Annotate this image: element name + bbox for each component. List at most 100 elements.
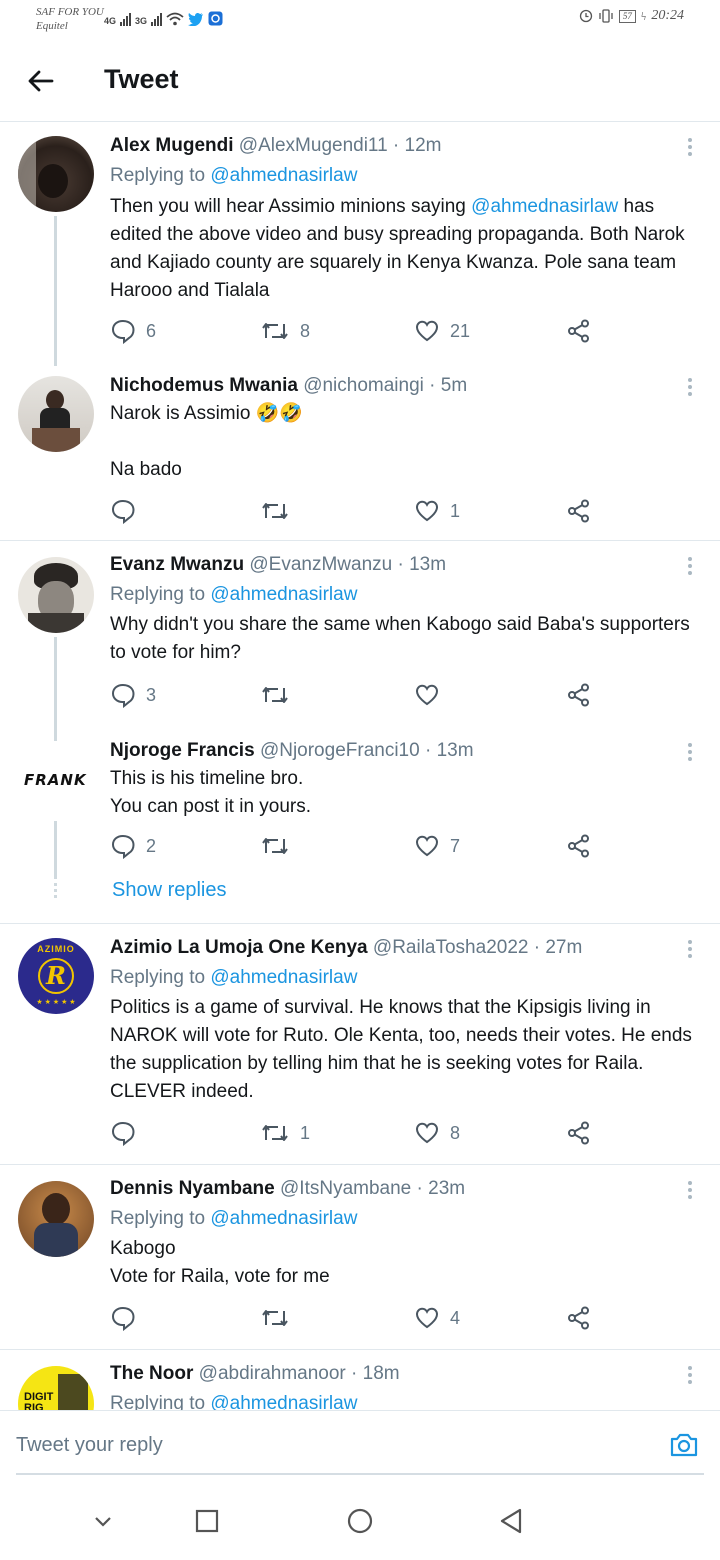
thread-line bbox=[54, 821, 57, 879]
more-button[interactable] bbox=[682, 938, 698, 962]
tweet-header: Njoroge Francis @NjorogeFranci10 · 13m bbox=[110, 739, 474, 763]
display-name[interactable]: Dennis Nyambane bbox=[110, 1178, 275, 1199]
battery-icon: 57 bbox=[618, 9, 636, 23]
camera-button[interactable] bbox=[668, 1429, 700, 1461]
camera-icon bbox=[670, 1433, 698, 1457]
more-button[interactable] bbox=[682, 555, 698, 579]
nav-home-button[interactable] bbox=[345, 1506, 375, 1536]
back-button[interactable] bbox=[24, 64, 58, 98]
like-button[interactable] bbox=[414, 680, 450, 710]
display-name[interactable]: Nichodemus Mwania bbox=[110, 375, 298, 396]
like-icon bbox=[415, 500, 439, 522]
clock: 20:24 bbox=[651, 8, 684, 23]
retweet-button[interactable] bbox=[260, 831, 300, 861]
mention-link[interactable]: @ahmednasirlaw bbox=[210, 584, 357, 605]
display-name[interactable]: Alex Mugendi bbox=[110, 135, 234, 156]
reply-button[interactable]: 6 bbox=[110, 316, 156, 346]
reply-button[interactable]: 2 bbox=[110, 831, 156, 861]
tweet-header: Nichodemus Mwania @nichomaingi · 5m bbox=[110, 374, 467, 398]
like-button[interactable]: 8 bbox=[414, 1118, 460, 1148]
mention-link[interactable]: @ahmednasirlaw bbox=[210, 1393, 357, 1410]
system-nav-bar bbox=[0, 1480, 720, 1560]
nav-home-icon bbox=[347, 1508, 373, 1534]
retweet-button[interactable]: 1 bbox=[260, 1118, 310, 1148]
like-button[interactable]: 21 bbox=[414, 316, 470, 346]
reply-icon bbox=[111, 834, 135, 859]
reply-underline bbox=[16, 1473, 704, 1475]
like-icon bbox=[415, 1122, 439, 1144]
nav-back-button[interactable] bbox=[496, 1506, 526, 1536]
nav-back-icon bbox=[500, 1508, 522, 1534]
replying-to: Replying to @ahmednasirlaw bbox=[110, 165, 358, 186]
nav-recents-icon bbox=[195, 1509, 219, 1533]
more-button[interactable] bbox=[682, 1179, 698, 1203]
retweet-icon bbox=[262, 1125, 288, 1141]
retweet-button[interactable]: 8 bbox=[260, 316, 310, 346]
avatar[interactable] bbox=[18, 1181, 94, 1257]
retweet-button[interactable] bbox=[260, 1303, 300, 1333]
mention-link[interactable]: @ahmednasirlaw bbox=[210, 1208, 357, 1229]
status-right: 57 ϟ 20:24 bbox=[579, 8, 684, 24]
share-button[interactable] bbox=[566, 1303, 592, 1333]
reply-button[interactable] bbox=[110, 1118, 146, 1148]
tweet-text: Politics is a game of survival. He knows… bbox=[110, 997, 692, 1102]
show-replies-link[interactable]: Show replies bbox=[112, 879, 227, 902]
tweet-item[interactable]: DIGIT RIG The Noor @abdirahmanoor · 18m … bbox=[0, 1350, 720, 1410]
avatar[interactable] bbox=[18, 557, 94, 633]
tweet-item[interactable]: FRANK Njoroge Francis @NjorogeFranci10 ·… bbox=[0, 727, 720, 923]
thread-line bbox=[54, 216, 57, 366]
nav-down-button[interactable] bbox=[88, 1506, 118, 1536]
reply-button[interactable]: 3 bbox=[110, 680, 156, 710]
reply-icon bbox=[111, 499, 135, 524]
like-icon bbox=[415, 1307, 439, 1329]
retweet-button[interactable] bbox=[260, 496, 300, 526]
tweet-text: Then you will hear Assimio minions sayin… bbox=[110, 196, 685, 301]
replying-to: Replying to @ahmednasirlaw bbox=[110, 1392, 357, 1410]
reply-button[interactable] bbox=[110, 1303, 146, 1333]
share-button[interactable] bbox=[566, 831, 592, 861]
mention-link[interactable]: @ahmednasirlaw bbox=[210, 165, 357, 186]
more-button[interactable] bbox=[682, 741, 698, 765]
share-button[interactable] bbox=[566, 1118, 592, 1148]
more-button[interactable] bbox=[682, 136, 698, 160]
avatar[interactable] bbox=[18, 136, 94, 212]
avatar[interactable]: FRANK bbox=[18, 741, 94, 821]
like-icon bbox=[415, 684, 439, 706]
more-icon bbox=[688, 743, 692, 747]
tweet-header: Alex Mugendi @AlexMugendi11 · 12m bbox=[110, 134, 442, 158]
display-name[interactable]: The Noor bbox=[110, 1363, 193, 1384]
tweet-header: Dennis Nyambane @ItsNyambane · 23m bbox=[110, 1177, 465, 1201]
avatar[interactable]: AZIMIO R ★ ★ ★ ★ ★ bbox=[18, 938, 94, 1014]
like-button[interactable]: 4 bbox=[414, 1303, 460, 1333]
display-name[interactable]: Njoroge Francis bbox=[110, 740, 255, 761]
display-name[interactable]: Evanz Mwanzu bbox=[110, 554, 244, 575]
share-button[interactable] bbox=[566, 496, 592, 526]
avatar[interactable] bbox=[18, 376, 94, 452]
vibrate-icon bbox=[599, 9, 613, 23]
tweet-item[interactable]: AZIMIO R ★ ★ ★ ★ ★ Azimio La Umoja One K… bbox=[0, 924, 720, 1164]
tweet-item[interactable]: Dennis Nyambane @ItsNyambane · 23m Reply… bbox=[0, 1165, 720, 1349]
display-name[interactable]: Azimio La Umoja One Kenya bbox=[110, 937, 368, 958]
avatar[interactable]: DIGIT RIG bbox=[18, 1366, 94, 1410]
handle: @AlexMugendi11 · 12m bbox=[238, 135, 442, 156]
like-button[interactable]: 7 bbox=[414, 831, 460, 861]
share-button[interactable] bbox=[566, 316, 592, 346]
like-button[interactable]: 1 bbox=[414, 496, 460, 526]
more-button[interactable] bbox=[682, 376, 698, 400]
retweet-icon bbox=[262, 503, 288, 519]
mention-link[interactable]: @ahmednasirlaw bbox=[210, 967, 357, 988]
tweet-item[interactable]: Alex Mugendi @AlexMugendi11 · 12m Replyi… bbox=[0, 122, 720, 368]
charging-icon: ϟ bbox=[640, 8, 647, 23]
more-button[interactable] bbox=[682, 1364, 698, 1388]
mention-link[interactable]: @ahmednasirlaw bbox=[471, 196, 618, 217]
tweet-item[interactable]: Nichodemus Mwania @nichomaingi · 5m Naro… bbox=[0, 368, 720, 540]
retweet-button[interactable] bbox=[260, 680, 300, 710]
tweet-list[interactable]: Alex Mugendi @AlexMugendi11 · 12m Replyi… bbox=[0, 122, 720, 1410]
tweet-item[interactable]: Evanz Mwanzu @EvanzMwanzu · 13m Replying… bbox=[0, 541, 720, 859]
handle: @nichomaingi · 5m bbox=[303, 375, 468, 396]
nav-recents-button[interactable] bbox=[192, 1506, 222, 1536]
reply-input[interactable] bbox=[16, 1427, 656, 1463]
retweet-icon bbox=[262, 838, 288, 854]
share-button[interactable] bbox=[566, 680, 592, 710]
reply-button[interactable] bbox=[110, 496, 146, 526]
